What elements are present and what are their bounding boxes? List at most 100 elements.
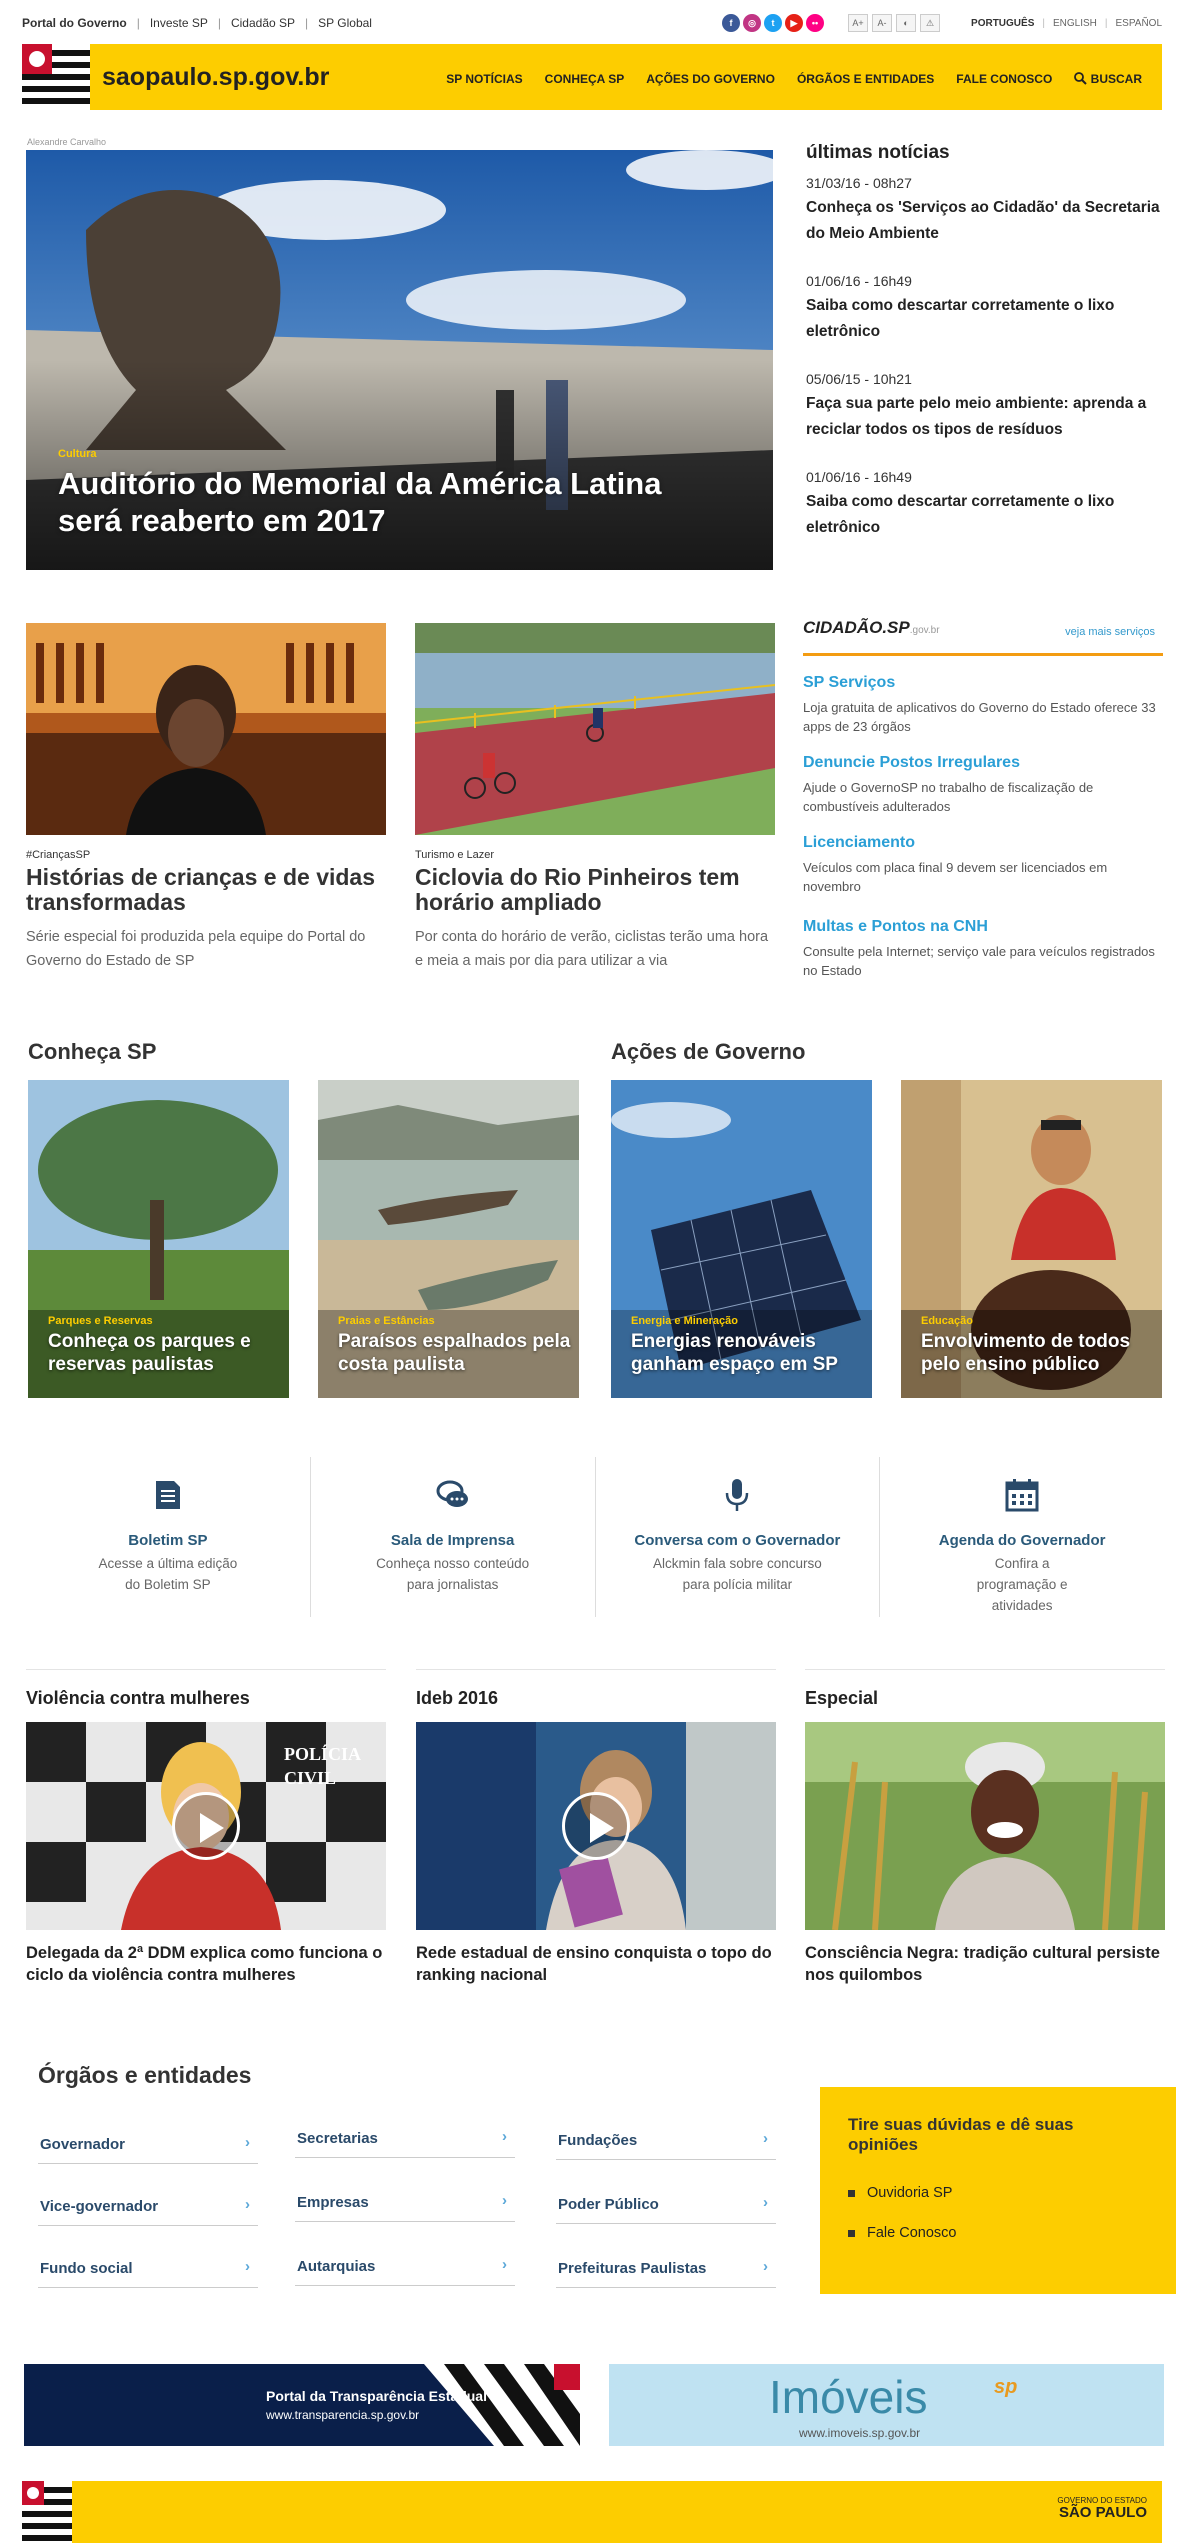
nav-acoes-governo[interactable]: AÇÕES DO GOVERNO: [646, 72, 775, 86]
hero-title[interactable]: Auditório do Memorial da América Latina …: [58, 465, 698, 539]
instagram-icon[interactable]: ◎: [743, 14, 761, 32]
latest-news: últimas notícias 31/03/16 - 08h27 Conheç…: [806, 142, 1166, 566]
service-item[interactable]: Licenciamento Veículos com placa final 9…: [803, 834, 1163, 896]
card-category[interactable]: #CriançasSP: [26, 849, 386, 861]
news-title[interactable]: Saiba como descartar corretamente o lixo…: [806, 489, 1166, 541]
hero-category[interactable]: Cultura: [58, 448, 97, 460]
org-link[interactable]: Fundações ›: [556, 2120, 776, 2160]
service-item[interactable]: SP Serviços Loja gratuita de aplicativos…: [803, 674, 1163, 736]
org-link[interactable]: Poder Público ›: [556, 2184, 776, 2224]
play-icon[interactable]: [172, 1792, 240, 1860]
service-name[interactable]: Denuncie Postos Irregulares: [803, 754, 1163, 772]
lang-es[interactable]: ESPAÑOL: [1116, 18, 1163, 29]
video-thumbnail[interactable]: [805, 1722, 1165, 1930]
cidadao-logo[interactable]: CIDADÃO.SP.gov.br: [803, 618, 940, 638]
tool-name[interactable]: Sala de Imprensa: [311, 1532, 595, 1549]
news-item[interactable]: 01/06/16 - 16h49 Saiba como descartar co…: [806, 468, 1166, 541]
tile-educacao[interactable]: Educação Envolvimento de todos pelo ensi…: [901, 1080, 1162, 1398]
font-decrease-button[interactable]: A-: [872, 14, 892, 32]
imoveis-banner[interactable]: Imóveis sp www.imoveis.sp.gov.br: [609, 2364, 1164, 2446]
tile-title[interactable]: Envolvimento de todos pelo ensino públic…: [921, 1330, 1156, 1376]
news-item[interactable]: 31/03/16 - 08h27 Conheça os 'Serviços ao…: [806, 174, 1166, 247]
service-item[interactable]: Multas e Pontos na CNH Consulte pela Int…: [803, 918, 1163, 980]
fale-conosco-link[interactable]: Fale Conosco: [848, 2225, 1148, 2241]
warning-icon[interactable]: ⚠: [920, 14, 940, 32]
microphone-icon: [726, 1479, 749, 1511]
tile-title[interactable]: Energias renováveis ganham espaço em SP: [631, 1330, 866, 1376]
card-category[interactable]: Turismo e Lazer: [415, 849, 775, 861]
org-link[interactable]: Secretarias ›: [295, 2118, 515, 2158]
chevron-right-icon: ›: [245, 2134, 250, 2151]
youtube-icon[interactable]: ▶: [785, 14, 803, 32]
portal-links: Portal do Governo | Investe SP | Cidadão…: [22, 16, 372, 30]
hero-feature[interactable]: Cultura Auditório do Memorial da América…: [26, 150, 773, 570]
service-name[interactable]: Multas e Pontos na CNH: [803, 918, 1163, 936]
tool-conversa[interactable]: Conversa com o Governador Alckmin fala s…: [596, 1457, 881, 1617]
portal-link-investe[interactable]: Investe SP: [150, 16, 208, 30]
org-link[interactable]: Empresas ›: [295, 2182, 515, 2222]
more-services-link[interactable]: veja mais serviços: [1065, 626, 1155, 638]
facebook-icon[interactable]: f: [722, 14, 740, 32]
ouvidoria-link[interactable]: Ouvidoria SP: [848, 2185, 1148, 2201]
news-title[interactable]: Faça sua parte pelo meio ambiente: apren…: [806, 391, 1166, 443]
tool-sala-imprensa[interactable]: Sala de Imprensa Conheça nosso conteúdo …: [311, 1457, 596, 1617]
nav-sp-noticias[interactable]: SP NOTÍCIAS: [446, 72, 522, 86]
nav-conheca-sp[interactable]: CONHEÇA SP: [545, 72, 625, 86]
tool-agenda[interactable]: Agenda do Governador Confira a programaç…: [880, 1457, 1164, 1617]
footer-flag-logo[interactable]: [22, 2481, 72, 2543]
tool-name[interactable]: Agenda do Governador: [880, 1532, 1164, 1549]
portal-link-global[interactable]: SP Global: [318, 16, 372, 30]
tool-name[interactable]: Conversa com o Governador: [596, 1532, 880, 1549]
top-bar: Portal do Governo | Investe SP | Cidadão…: [22, 12, 1162, 34]
service-name[interactable]: SP Serviços: [803, 674, 1163, 692]
news-card[interactable]: Turismo e Lazer Ciclovia do Rio Pinheiro…: [415, 623, 775, 973]
sp-flag-logo[interactable]: [22, 44, 90, 110]
card-title[interactable]: Ciclovia do Rio Pinheiros tem horário am…: [415, 865, 775, 915]
news-item[interactable]: 05/06/15 - 10h21 Faça sua parte pelo mei…: [806, 370, 1166, 443]
org-link[interactable]: Vice-governador ›: [38, 2186, 258, 2226]
tile-energias[interactable]: Energia e Mineração Energias renováveis …: [611, 1080, 872, 1398]
card-image[interactable]: [415, 623, 775, 835]
twitter-icon[interactable]: t: [764, 14, 782, 32]
org-link[interactable]: Autarquias ›: [295, 2246, 515, 2286]
org-link[interactable]: Governador ›: [38, 2124, 258, 2164]
tile-praias[interactable]: Praias e Estâncias Paraísos espalhados p…: [318, 1080, 579, 1398]
video-title[interactable]: Consciência Negra: tradição cultural per…: [805, 1942, 1165, 1986]
portal-link-cidadao[interactable]: Cidadão SP: [231, 16, 295, 30]
lang-en[interactable]: ENGLISH: [1053, 18, 1097, 29]
video-title[interactable]: Delegada da 2ª DDM explica como funciona…: [26, 1942, 386, 1986]
news-title[interactable]: Saiba como descartar corretamente o lixo…: [806, 293, 1166, 345]
contrast-icon[interactable]: ◐: [896, 14, 916, 32]
nav-orgaos-entidades[interactable]: ÓRGÃOS E ENTIDADES: [797, 72, 934, 86]
play-icon[interactable]: [562, 1792, 630, 1860]
service-name[interactable]: Licenciamento: [803, 834, 1163, 852]
org-link[interactable]: Prefeituras Paulistas ›: [556, 2248, 776, 2288]
org-name: Governador: [40, 2136, 126, 2153]
lang-pt[interactable]: PORTUGUÊS: [971, 18, 1034, 29]
org-link[interactable]: Fundo social ›: [38, 2248, 258, 2288]
news-item[interactable]: 01/06/16 - 16h49 Saiba como descartar co…: [806, 272, 1166, 345]
flickr-icon[interactable]: ••: [806, 14, 824, 32]
tile-title[interactable]: Paraísos espalhados pela costa paulista: [338, 1330, 573, 1376]
portal-link-governo[interactable]: Portal do Governo: [22, 16, 127, 30]
tile-title[interactable]: Conheça os parques e reservas paulistas: [48, 1330, 283, 1376]
search-button[interactable]: BUSCAR: [1074, 72, 1142, 86]
transparencia-banner[interactable]: Portal da Transparência Estadual www.tra…: [24, 2364, 580, 2446]
card-image[interactable]: [26, 623, 386, 835]
font-increase-button[interactable]: A+: [848, 14, 868, 32]
news-card[interactable]: #CriançasSP Histórias de crianças e de v…: [26, 623, 386, 973]
tool-name[interactable]: Boletim SP: [26, 1532, 310, 1549]
cidadao-sp-services: CIDADÃO.SP.gov.br veja mais serviços SP …: [803, 612, 1163, 980]
tile-parques[interactable]: Parques e Reservas Conheça os parques e …: [28, 1080, 289, 1398]
card-title[interactable]: Histórias de crianças e de vidas transfo…: [26, 865, 386, 915]
service-item[interactable]: Denuncie Postos Irregulares Ajude o Gove…: [803, 754, 1163, 816]
site-name[interactable]: saopaulo.sp.gov.br: [102, 63, 329, 92]
video-title[interactable]: Rede estadual de ensino conquista o topo…: [416, 1942, 776, 1986]
video-thumbnail[interactable]: [416, 1722, 776, 1930]
tool-boletim[interactable]: Boletim SP Acesse a última edição do Bol…: [26, 1457, 311, 1617]
video-heading: Ideb 2016: [416, 1688, 499, 1708]
video-thumbnail[interactable]: POLÍCIA CIVIL: [26, 1722, 386, 1930]
gov-sp-logo[interactable]: GOVERNO DO ESTADO SÃO PAULO: [1057, 2496, 1147, 2520]
news-title[interactable]: Conheça os 'Serviços ao Cidadão' da Secr…: [806, 195, 1166, 247]
nav-fale-conosco[interactable]: FALE CONOSCO: [956, 72, 1052, 86]
